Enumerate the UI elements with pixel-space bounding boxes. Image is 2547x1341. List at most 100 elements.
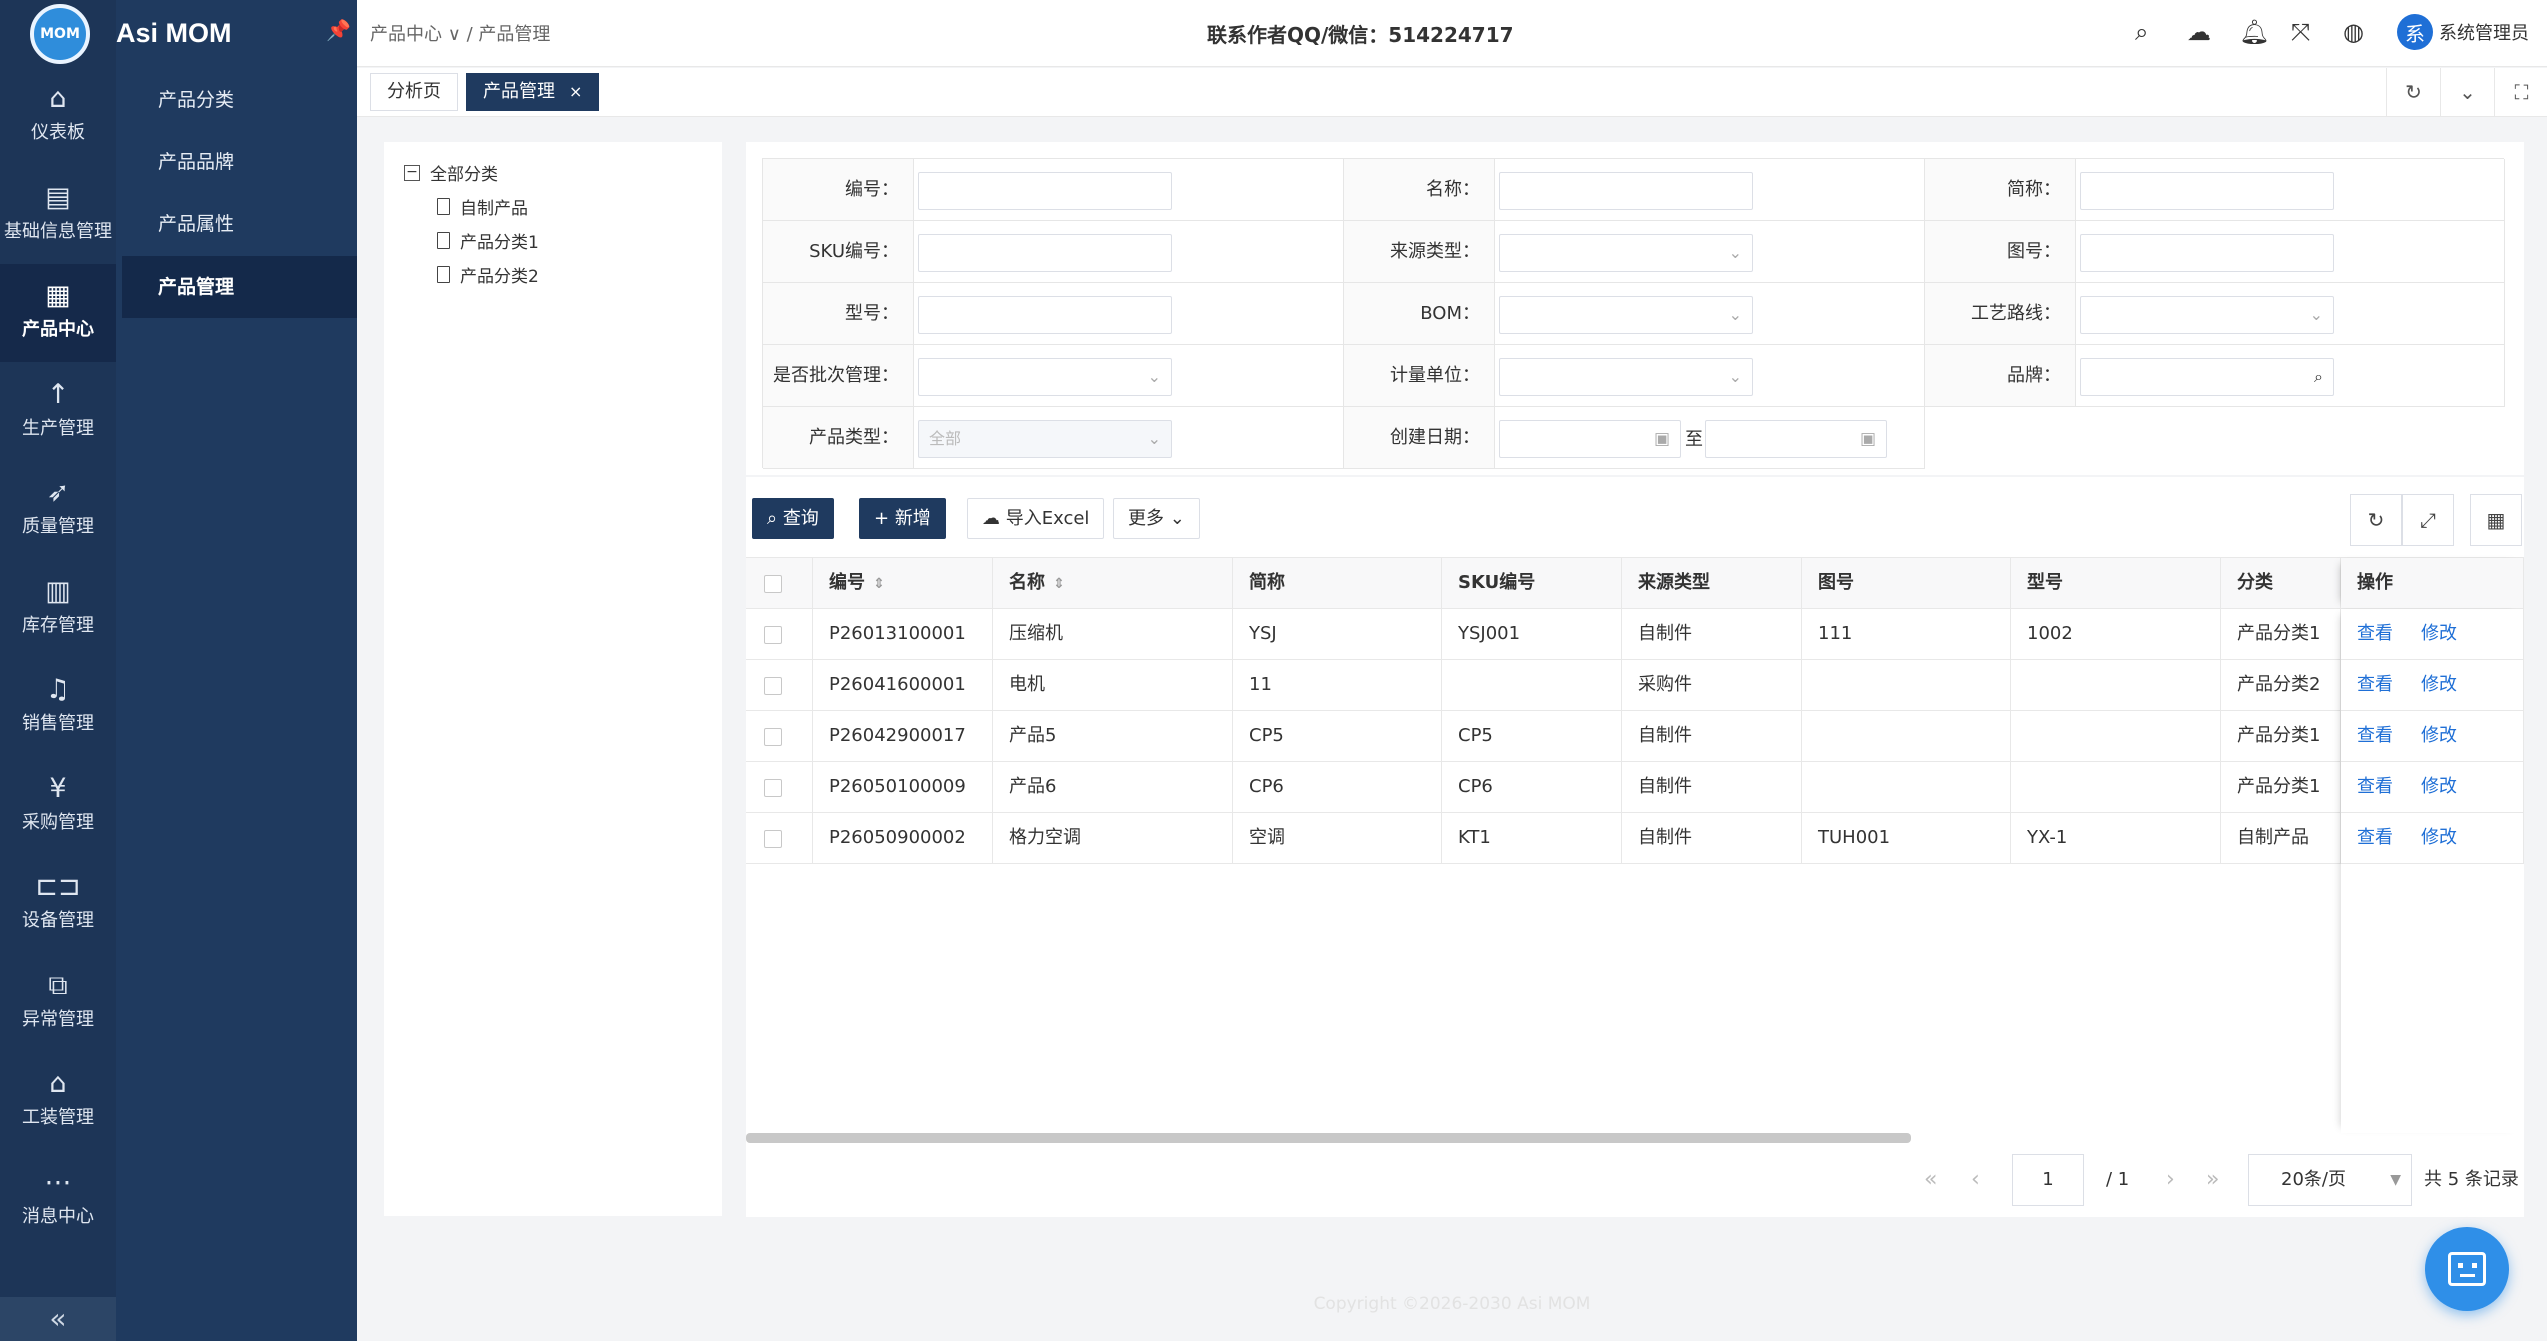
select-all-checkbox[interactable] xyxy=(764,575,782,593)
rail-item-7[interactable]: ¥ 采购管理 xyxy=(0,757,116,855)
rail-item-9[interactable]: ⧉ 异常管理 xyxy=(0,954,116,1052)
sku-input[interactable] xyxy=(918,234,1172,272)
refresh-icon[interactable]: ↻ xyxy=(2386,68,2440,117)
maximize-icon[interactable]: ⛶ xyxy=(2494,68,2547,117)
rail-item-0[interactable]: ⌂ 仪表板 xyxy=(0,67,116,165)
rail-item-3[interactable]: ↑ 生产管理 xyxy=(0,363,116,461)
collapse-icon[interactable]: − xyxy=(404,164,420,181)
row-select-cell xyxy=(746,813,813,863)
cell-source: 采购件 xyxy=(1622,660,1802,710)
rail-item-11[interactable]: ⋯ 消息中心 xyxy=(0,1151,116,1249)
next-page-icon[interactable]: › xyxy=(2166,1154,2175,1206)
column-header-source: 来源类型 xyxy=(1622,558,1802,608)
bom-select[interactable]: ⌄ xyxy=(1499,296,1753,334)
name-input[interactable] xyxy=(1499,172,1753,210)
search-icon[interactable]: ⌕ xyxy=(2135,18,2148,46)
row-checkbox[interactable] xyxy=(764,779,782,797)
code-input[interactable] xyxy=(918,172,1172,210)
column-settings-icon[interactable]: ▦ xyxy=(2470,494,2522,546)
row-checkbox[interactable] xyxy=(764,677,782,695)
sort-icon[interactable]: ⇕ xyxy=(1053,576,1065,592)
column-header-code[interactable]: 编号 ⇕ xyxy=(813,558,993,608)
column-header-short: 简称 xyxy=(1233,558,1442,608)
user-menu[interactable]: 系 系统管理员 xyxy=(2397,14,2529,50)
tree-node-category-1[interactable]: 产品分类1 xyxy=(437,228,539,253)
column-header-actions: 操作 xyxy=(2341,558,2524,608)
product-type-select[interactable]: 全部 ⌄ xyxy=(918,420,1172,458)
tree-root[interactable]: − 全部分类 xyxy=(404,160,498,185)
first-page-icon[interactable]: « xyxy=(1924,1154,1937,1206)
avatar: 系 xyxy=(2397,14,2433,50)
submenu-item-attribute[interactable]: 产品属性 xyxy=(122,193,357,255)
search-icon[interactable]: ⌕ xyxy=(2314,359,2323,395)
submenu-item-category[interactable]: 产品分类 xyxy=(122,69,357,131)
name-label: 名称： xyxy=(1344,159,1495,221)
rail-item-6[interactable]: ♫ 销售管理 xyxy=(0,658,116,756)
drawing-no-input[interactable] xyxy=(2080,234,2334,272)
submenu-item-brand[interactable]: 产品品牌 xyxy=(122,131,357,193)
source-type-select[interactable]: ⌄ xyxy=(1499,234,1753,272)
cell-source: 自制件 xyxy=(1622,762,1802,812)
table-row[interactable]: P26041600001 电机 11 采购件 产品分类2 查看 修改 xyxy=(746,660,2524,711)
tab-product-management[interactable]: 产品管理 × xyxy=(466,73,600,111)
palette-icon[interactable]: ◍ xyxy=(2343,18,2364,46)
rail-item-1[interactable]: ▤ 基础信息管理 xyxy=(0,166,116,264)
add-button[interactable]: + 新增 xyxy=(859,498,946,539)
created-date-end[interactable]: ▣ xyxy=(1705,420,1887,458)
page-number-input[interactable]: 1 xyxy=(2012,1154,2084,1206)
cell-code: P26042900017 xyxy=(813,711,993,761)
table-row[interactable]: P26013100001 压缩机 YSJ YSJ001 自制件 111 1002 产品分类1 查… xyxy=(746,609,2524,660)
horizontal-scrollbar[interactable] xyxy=(746,1133,1911,1143)
short-name-input[interactable] xyxy=(2080,172,2334,210)
bell-icon[interactable]: 🔔︎ xyxy=(2239,18,2269,46)
created-date-start[interactable]: ▣ xyxy=(1499,420,1681,458)
cell-drawing: TUH001 xyxy=(1802,813,2011,863)
table-row[interactable]: P26042900017 产品5 CP5 CP5 自制件 产品分类1 查看 修改 xyxy=(746,711,2524,762)
query-button[interactable]: ⌕ 查询 xyxy=(752,498,834,539)
model-input[interactable] xyxy=(918,296,1172,334)
refresh-icon[interactable]: ↻ xyxy=(2350,494,2402,546)
submenu-item-product-management[interactable]: 产品管理 xyxy=(122,256,357,318)
rail-item-2[interactable]: ▦ 产品中心 xyxy=(0,264,116,362)
import-excel-button[interactable]: ☁ 导入Excel xyxy=(967,498,1105,539)
chevron-down-icon: ⌄ xyxy=(1728,367,1742,386)
last-page-icon[interactable]: » xyxy=(2206,1154,2219,1206)
cell-model xyxy=(2011,660,2221,710)
row-checkbox[interactable] xyxy=(764,728,782,746)
cloud-upload-icon[interactable]: ☁ xyxy=(2187,18,2211,46)
route-select[interactable]: ⌄ xyxy=(2080,296,2334,334)
row-checkbox[interactable] xyxy=(764,830,782,848)
tab-analysis[interactable]: 分析页 xyxy=(370,73,458,111)
rail-item-5[interactable]: ▥ 库存管理 xyxy=(0,560,116,658)
select-all-cell xyxy=(746,558,813,608)
tree-node-category-2[interactable]: 产品分类2 xyxy=(437,262,539,287)
breadcrumb[interactable]: 产品中心 ∨ / 产品管理 xyxy=(370,20,550,46)
collapse-sidebar-button[interactable]: « xyxy=(0,1297,116,1341)
page-size-select[interactable]: 20条/页 ▼ xyxy=(2248,1154,2412,1206)
tree-node-self-made[interactable]: 自制产品 xyxy=(437,194,528,219)
unit-select[interactable]: ⌄ xyxy=(1499,358,1753,396)
rail-item-4[interactable]: ➶ 质量管理 xyxy=(0,461,116,559)
row-checkbox[interactable] xyxy=(764,626,782,644)
more-button[interactable]: 更多 ⌄ xyxy=(1113,498,1200,539)
code-label: 编号： xyxy=(763,159,914,221)
fullscreen-icon[interactable]: ⤧ xyxy=(2291,18,2310,46)
column-header-name[interactable]: 名称 ⇕ xyxy=(993,558,1233,608)
fullscreen-icon[interactable]: ⤢ xyxy=(2402,494,2454,546)
rail-item-10[interactable]: ⌂ 工装管理 xyxy=(0,1052,116,1150)
rail-item-8[interactable]: ⊏⊐ 设备管理 xyxy=(0,855,116,953)
sort-icon[interactable]: ⇕ xyxy=(873,576,885,592)
close-icon[interactable]: × xyxy=(569,82,582,101)
pin-icon[interactable]: 📌 xyxy=(326,18,351,42)
table-row[interactable]: P26050100009 产品6 CP6 CP6 自制件 产品分类1 查看 修改 xyxy=(746,762,2524,813)
chevron-down-icon[interactable]: ⌄ xyxy=(2440,68,2494,117)
chevron-down-icon: ⌄ xyxy=(1147,367,1161,386)
assistant-button[interactable] xyxy=(2425,1227,2509,1311)
batch-select[interactable]: ⌄ xyxy=(918,358,1172,396)
table-row[interactable]: P26050900002 格力空调 空调 KT1 自制件 TUH001 YX-1 自制产品 查看… xyxy=(746,813,2524,864)
brand-input[interactable]: ⌕ xyxy=(2080,358,2334,396)
prev-page-icon[interactable]: ‹ xyxy=(1971,1154,1980,1206)
short-name-label: 简称： xyxy=(1925,159,2076,221)
app-logo: MOM xyxy=(30,4,90,64)
fixed-action-column xyxy=(2341,609,2524,1133)
